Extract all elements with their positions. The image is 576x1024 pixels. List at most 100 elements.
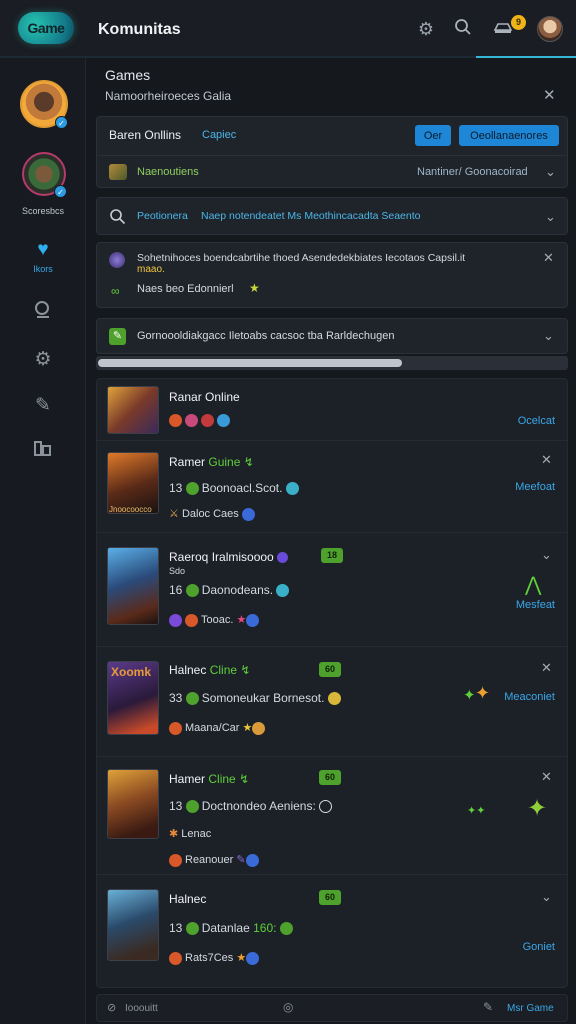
chevron-down-icon[interactable]: ⌄ — [541, 548, 552, 562]
close-icon[interactable]: ✕ — [541, 453, 552, 467]
close-icon[interactable]: ✕ — [543, 88, 556, 104]
stat-number: 13 — [169, 921, 183, 935]
stat-text: Somoneukar Bornesot. — [201, 691, 325, 705]
notice-line-1: Sohetnihoces boendcabrtihe thoed Asended… — [137, 252, 466, 264]
game-name-text: Raeroq Iralmisoooo — [169, 550, 274, 564]
settings-gear-icon[interactable]: ⚙ — [415, 18, 437, 40]
level-badge: 60 — [319, 770, 341, 785]
chevron-down-icon[interactable]: ⌄ — [541, 890, 552, 904]
sparkle-icon: ✦ — [475, 683, 491, 703]
list-item[interactable]: Raeroq Iralmisoooo 18 Sdo 16 Daonodeans.… — [97, 533, 567, 647]
player-dot — [169, 721, 182, 735]
stat-row: 16 Daonodeans. — [169, 583, 292, 598]
star-icon: ★ — [242, 722, 253, 734]
search-glyph — [455, 19, 471, 35]
horizontal-scrollbar[interactable] — [96, 356, 568, 370]
edit-icon[interactable]: ✎ — [483, 1000, 493, 1014]
stat-text: Daonodeans. — [201, 583, 274, 597]
item-action-link[interactable]: Mesfeat — [516, 599, 555, 611]
footer-bar: ⊘ Iooouitt ◎ ✎ Msr Game — [96, 994, 568, 1022]
online-row-right[interactable]: Nantiner/ Goonacoirad — [417, 166, 528, 178]
search-icon[interactable] — [452, 18, 474, 40]
sub-row: Tooac. ★ — [169, 613, 262, 627]
user-avatar[interactable] — [537, 16, 563, 42]
green-dot-icon — [185, 584, 199, 598]
verified-icon: ✓ — [55, 116, 68, 129]
notice-panel: Sohetnihoces boendcabrtihe thoed Asended… — [96, 242, 568, 308]
game-thumbnail — [107, 547, 159, 625]
level-badge: 60 — [319, 662, 341, 677]
list-item[interactable]: Xoomk Halnec Cline ↯ 60 33 Somoneukar Bo… — [97, 647, 567, 757]
close-icon[interactable]: ✕ — [543, 251, 554, 265]
player-dot — [169, 853, 182, 867]
notice-line-1b: maao. — [137, 264, 165, 275]
chevron-down-icon[interactable]: ⌄ — [545, 210, 556, 224]
collapse-panel[interactable]: ✎ Gornoooldiakgacc Iletoabs cacsoc tba R… — [96, 318, 568, 354]
arrow-icon: ↯ — [240, 663, 251, 677]
green-dot-icon — [185, 482, 199, 496]
check-icon — [285, 482, 299, 496]
chevron-down-icon[interactable]: ⌄ — [545, 165, 556, 179]
game-mini-thumb — [109, 164, 127, 180]
stat-number: 16 — [169, 583, 183, 597]
stat-text: Doctnondeo Aeniens: — [201, 799, 316, 813]
planet-icon — [109, 252, 125, 268]
sub-row-2: Reanouer ✎ — [169, 853, 262, 867]
check-icon — [276, 584, 290, 598]
item-action-link[interactable]: Ocelcat — [518, 415, 555, 427]
large-action-button[interactable]: Oeollanaenores — [459, 125, 559, 146]
chevron-down-icon[interactable]: ⌄ — [543, 329, 554, 343]
sub-row: Maana/Car ★ — [169, 721, 268, 735]
sidebar-avatar-label: Scoresbcs — [21, 206, 65, 216]
search-panel[interactable]: Peotionera Naep notendeatet Ms Meothinca… — [96, 197, 568, 235]
stat-green-value: 160: — [253, 921, 277, 935]
item-action-link[interactable]: Meefoat — [515, 481, 555, 493]
gear-icon[interactable]: ⚙ — [31, 348, 55, 372]
heart-icon[interactable]: ♥ — [31, 238, 55, 262]
online-status: Cline — [208, 772, 236, 786]
notification-badge[interactable]: 9 — [511, 15, 526, 30]
verified-icon — [217, 414, 230, 428]
sparkle-icon: ✦ — [463, 687, 476, 704]
game-name-text: Hamer — [169, 772, 206, 786]
game-thumbnail — [107, 889, 159, 961]
small-action-button[interactable]: Oer — [415, 125, 451, 146]
app-logo[interactable]: Game — [18, 12, 74, 44]
player-dot — [169, 951, 182, 965]
item-action-link[interactable]: Meaconiet — [504, 691, 555, 703]
stat-row: 13 Doctnondeo Aeniens: — [169, 799, 335, 814]
attach-icon[interactable]: ⊘ — [107, 1001, 116, 1014]
sidebar-active-label[interactable]: Ikors — [0, 264, 86, 274]
emoji-icon[interactable]: ◎ — [283, 1000, 293, 1014]
logo-text: Game — [27, 20, 65, 36]
footer-right-link[interactable]: Msr Game — [507, 1003, 554, 1014]
close-icon[interactable]: ✕ — [541, 770, 552, 784]
list-item[interactable]: Hamer Cline ↯ 60 13 Doctnondeo Aeniens: … — [97, 757, 567, 875]
sword-icon: ⚔ — [169, 508, 179, 520]
edit-icon: ✎ — [109, 328, 126, 345]
thumb-caption: Jnoocoocco — [109, 505, 152, 514]
sub-text: Lenac — [181, 828, 212, 840]
online-panel: Baren Onllins Capiec Oer Oeollanaenores … — [96, 116, 568, 188]
list-item[interactable]: Jnoocoocco Ramer Guine ↯ 13 Boonoacl.Sco… — [97, 441, 567, 533]
app-title: Komunitas — [98, 21, 181, 38]
verified-icon — [241, 507, 255, 521]
green-dot-icon — [185, 922, 199, 936]
close-icon[interactable]: ✕ — [541, 661, 552, 675]
wrench-icon[interactable]: ✎ — [31, 394, 55, 418]
search-icon[interactable] — [31, 300, 55, 324]
game-name-text: Halnec — [169, 663, 207, 677]
footer-left-text[interactable]: Iooouitt — [125, 1003, 158, 1014]
level-badge: 60 — [319, 890, 341, 905]
item-action-link[interactable]: Goniet — [523, 941, 555, 953]
list-item[interactable]: Ranar Online Ocelcat — [97, 379, 567, 441]
clock-icon — [319, 800, 333, 814]
player-avatars — [169, 412, 233, 430]
list-item[interactable]: Halnec 60 13 Datanlae 160: Rats7Ces ★ ⌄ … — [97, 875, 567, 987]
scrollbar-thumb[interactable] — [98, 359, 402, 367]
search-glyph — [35, 301, 49, 318]
star-icon: ★ — [236, 614, 247, 626]
library-icon[interactable] — [31, 438, 55, 462]
game-name: Ranar Online — [169, 390, 240, 404]
player-dot — [169, 613, 182, 627]
